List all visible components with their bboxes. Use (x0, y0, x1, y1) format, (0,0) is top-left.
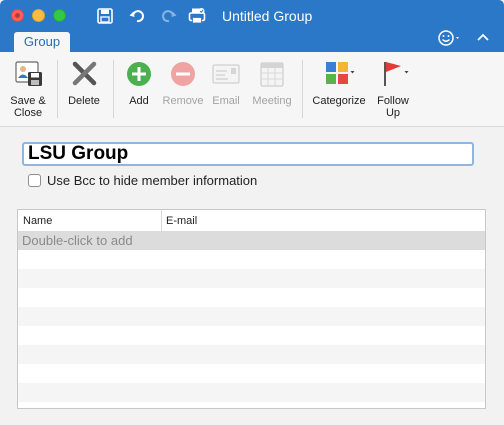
save-icon[interactable] (96, 7, 114, 25)
categorize-button[interactable]: Categorize (310, 58, 368, 124)
save-close-label: Save & Close (10, 95, 46, 119)
list-row (18, 364, 485, 383)
meeting-calendar-icon (260, 62, 284, 87)
title-bar: Untitled Group (0, 0, 504, 32)
column-header-email[interactable]: E-mail (166, 215, 197, 227)
follow-up-flag-icon (384, 62, 409, 86)
email-envelope-icon (212, 64, 240, 84)
ribbon-divider (113, 60, 114, 118)
save-close-icon (15, 61, 42, 86)
delete-button[interactable]: Delete (63, 58, 105, 124)
email-label: Email (212, 95, 240, 107)
group-window: Untitled Group Group Save & Close Delete… (0, 0, 504, 425)
categorize-label: Categorize (312, 95, 366, 107)
close-window-button[interactable] (11, 9, 24, 22)
list-row (18, 307, 485, 326)
member-list-header: Name E-mail (18, 210, 485, 232)
print-icon[interactable] (188, 7, 206, 25)
email-group-button[interactable]: Email (208, 58, 244, 124)
column-divider[interactable] (161, 210, 162, 231)
feedback-smiley-icon[interactable] (437, 29, 463, 47)
ribbon-divider (57, 60, 58, 118)
categorize-icon (326, 62, 355, 84)
follow-up-button[interactable]: Follow Up (370, 58, 416, 124)
list-row (18, 250, 485, 269)
add-member-button[interactable]: Add (121, 58, 157, 124)
member-list[interactable]: Name E-mail Double-click to add (17, 209, 486, 409)
list-row (18, 326, 485, 345)
delete-label: Delete (68, 95, 100, 107)
delete-x-icon (72, 61, 97, 86)
remove-label: Remove (162, 95, 204, 107)
save-close-button[interactable]: Save & Close (6, 58, 50, 124)
list-row (18, 345, 485, 364)
bcc-checkbox-label: Use Bcc to hide member information (47, 173, 258, 188)
column-header-name[interactable]: Name (23, 215, 52, 227)
ribbon-tab-bar: Group (0, 29, 504, 53)
minimize-window-button[interactable] (32, 9, 45, 22)
ribbon-divider (302, 60, 303, 118)
list-row (18, 402, 485, 408)
redo-icon[interactable] (160, 7, 178, 25)
bcc-checkbox[interactable] (28, 174, 41, 187)
remove-member-button[interactable]: Remove (160, 58, 206, 124)
tab-group[interactable]: Group (14, 32, 70, 53)
add-label: Add (129, 95, 149, 107)
group-name-input[interactable] (22, 142, 474, 166)
meeting-label: Meeting (252, 95, 292, 107)
remove-minus-icon (171, 62, 195, 86)
ribbon: Save & Close Delete Add Remove Email Mee… (0, 52, 504, 127)
list-row (18, 269, 485, 288)
list-row (18, 383, 485, 402)
add-plus-icon (127, 62, 151, 86)
member-rows: Double-click to add (18, 231, 485, 408)
follow-up-label: Follow Up (377, 95, 409, 119)
window-title: Untitled Group (222, 8, 313, 24)
list-row (18, 288, 485, 307)
collapse-ribbon-icon[interactable] (474, 29, 492, 47)
undo-icon[interactable] (128, 7, 146, 25)
add-member-placeholder-row[interactable]: Double-click to add (18, 231, 485, 250)
meeting-button[interactable]: Meeting (248, 58, 296, 124)
maximize-window-button[interactable] (53, 9, 66, 22)
